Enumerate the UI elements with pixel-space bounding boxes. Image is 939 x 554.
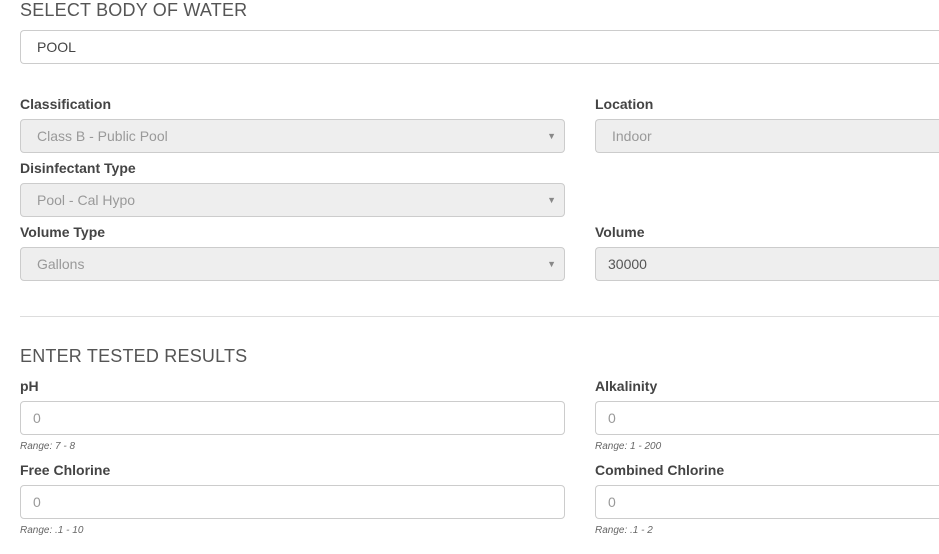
free-chlorine-input[interactable]: 0 (20, 485, 565, 519)
section-divider (20, 316, 939, 317)
alkalinity-input[interactable]: 0 (595, 401, 939, 435)
classification-label: Classification (20, 96, 112, 112)
alkalinity-label: Alkalinity (595, 378, 658, 394)
tested-results-title: ENTER TESTED RESULTS (20, 346, 248, 366)
volume-input[interactable]: 30000 (595, 247, 939, 281)
volume-label: Volume (595, 224, 645, 240)
disinfectant-type-select[interactable]: Pool - Cal Hypo ▼ (20, 183, 565, 217)
caret-down-icon: ▼ (547, 259, 556, 269)
disinfectant-type-label: Disinfectant Type (20, 160, 136, 176)
volume-type-label: Volume Type (20, 224, 106, 240)
ph-input[interactable]: 0 (20, 401, 565, 435)
combined-chlorine-range-hint: Range: .1 - 2 (595, 525, 653, 536)
location-value: Indoor (612, 128, 652, 144)
location-label: Location (595, 96, 654, 112)
volume-type-value: Gallons (37, 256, 85, 272)
classification-select[interactable]: Class B - Public Pool ▼ (20, 119, 565, 153)
free-chlorine-label: Free Chlorine (20, 462, 111, 478)
volume-value: 30000 (608, 256, 647, 272)
ph-label: pH (20, 378, 39, 394)
free-chlorine-range-hint: Range: .1 - 10 (20, 525, 84, 536)
body-of-water-title: SELECT BODY OF WATER (20, 0, 248, 20)
water-test-form: SELECT BODY OF WATER POOL Classification… (0, 0, 939, 554)
volume-type-select[interactable]: Gallons ▼ (20, 247, 565, 281)
body-of-water-value: POOL (37, 39, 76, 55)
classification-value: Class B - Public Pool (37, 128, 168, 144)
alkalinity-value: 0 (608, 410, 616, 426)
location-field[interactable]: Indoor (595, 119, 939, 153)
caret-down-icon: ▼ (547, 131, 556, 141)
combined-chlorine-value: 0 (608, 494, 616, 510)
ph-value: 0 (33, 410, 41, 426)
combined-chlorine-label: Combined Chlorine (595, 462, 725, 478)
ph-range-hint: Range: 7 - 8 (20, 441, 76, 452)
caret-down-icon: ▼ (547, 195, 556, 205)
disinfectant-type-value: Pool - Cal Hypo (37, 192, 136, 208)
alkalinity-range-hint: Range: 1 - 200 (595, 441, 662, 452)
body-of-water-select[interactable]: POOL (20, 30, 939, 64)
free-chlorine-value: 0 (33, 494, 41, 510)
combined-chlorine-input[interactable]: 0 (595, 485, 939, 519)
